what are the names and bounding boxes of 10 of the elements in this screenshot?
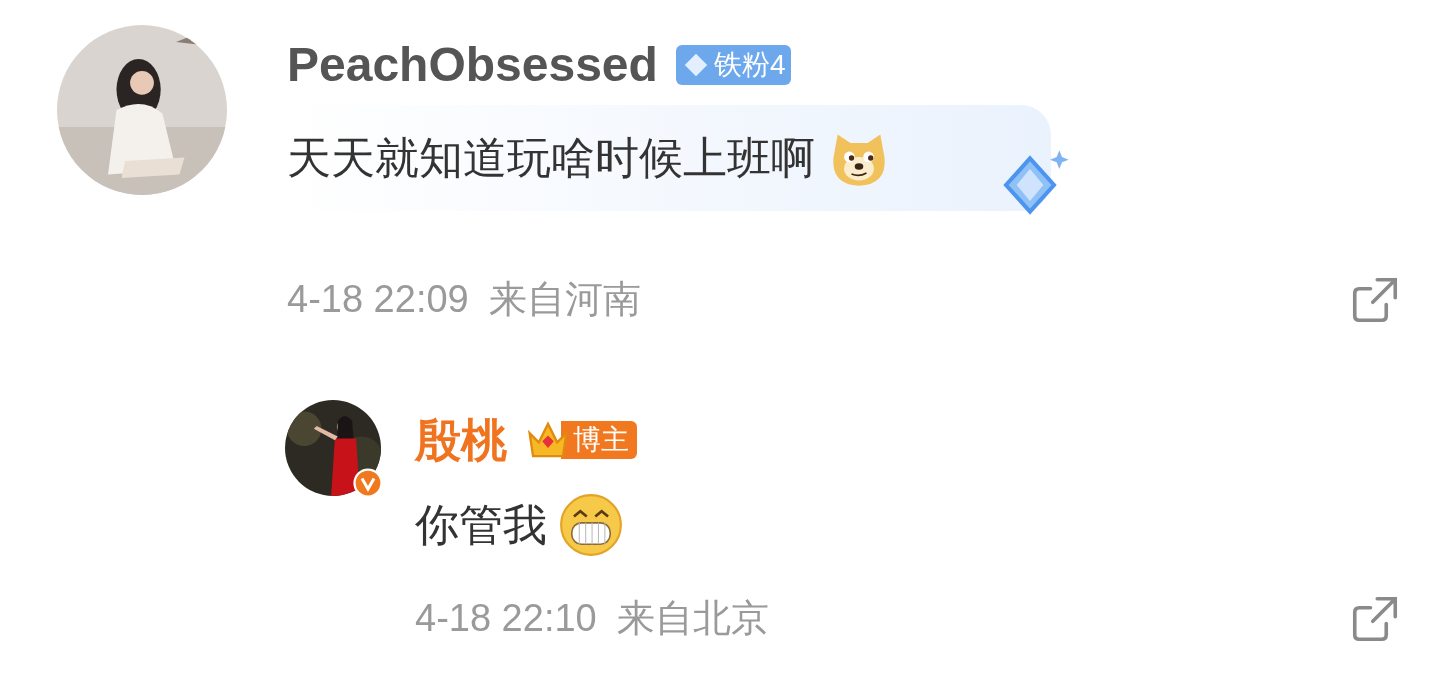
comment-time: 4-18 22:09 [287,277,469,322]
comment-location: 来自河南 [488,277,641,322]
fan-badge: 铁粉4 [675,45,792,85]
blogger-badge: 博主 [561,421,637,459]
comment-text: 天天就知道玩啥时候上班啊 [287,132,815,184]
username[interactable]: PeachObsessed [287,29,658,101]
comment-time: 4-18 22:10 [415,596,597,641]
comment-location: 来自北京 [616,596,769,641]
comment-text: 你管我 [415,499,547,551]
grin-icon [559,493,623,557]
